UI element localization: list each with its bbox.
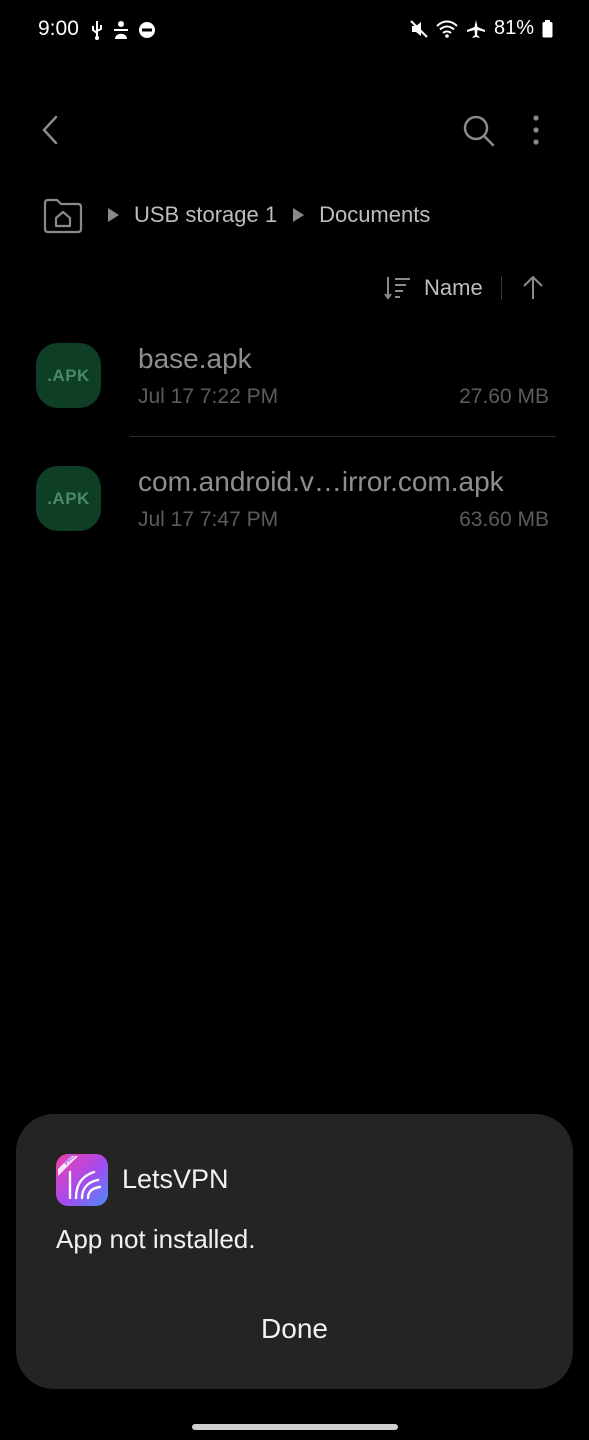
status-bar: 9:00 81% — [0, 0, 589, 60]
chevron-right-icon — [108, 208, 119, 222]
status-right-icons: 81% — [410, 17, 553, 40]
usb-icon — [92, 21, 102, 40]
file-list-item[interactable]: .APK com.android.v…irror.com.apk Jul 17 … — [0, 448, 589, 558]
dialog-app-name: LetsVPN — [122, 1164, 229, 1194]
battery-percent: 81% — [493, 17, 534, 39]
chevron-left-icon — [42, 115, 58, 145]
file-date: Jul 17 7:22 PM — [138, 385, 279, 408]
list-divider — [130, 436, 556, 437]
accessibility-icon — [114, 21, 128, 39]
pro-badge: PRO — [64, 1154, 78, 1167]
letsvpn-app-icon: PRO — [56, 1154, 108, 1206]
mute-icon — [410, 19, 428, 38]
done-button[interactable]: Done — [16, 1294, 573, 1364]
breadcrumb-item-documents[interactable]: Documents — [319, 202, 430, 228]
search-icon — [463, 115, 495, 147]
sort-bar: Name — [384, 268, 546, 308]
file-name: base.apk — [138, 343, 252, 374]
dialog-message: App not installed. — [56, 1224, 256, 1254]
app-toolbar — [0, 100, 589, 160]
file-date: Jul 17 7:47 PM — [138, 508, 279, 531]
back-button[interactable] — [30, 110, 70, 150]
airplane-icon — [466, 19, 485, 38]
file-name: com.android.v…irror.com.apk — [138, 466, 504, 497]
more-vertical-icon — [533, 115, 539, 145]
sort-by-label[interactable]: Name — [424, 275, 483, 301]
arrow-up-icon[interactable] — [520, 275, 546, 301]
file-size: 63.60 MB — [459, 508, 549, 531]
sort-divider — [500, 276, 502, 300]
do-not-disturb-icon — [139, 22, 155, 38]
breadcrumb-item-usb-storage[interactable]: USB storage 1 — [134, 202, 277, 228]
apk-file-icon: .APK — [36, 343, 101, 408]
more-options-button[interactable] — [518, 110, 554, 150]
navigation-gesture-bar[interactable] — [192, 1424, 398, 1430]
status-left-icons — [90, 20, 156, 40]
home-folder-icon[interactable] — [42, 196, 84, 234]
apk-file-icon: .APK — [36, 466, 101, 531]
search-button[interactable] — [458, 110, 498, 150]
battery-icon — [542, 19, 553, 37]
sort-icon[interactable] — [384, 275, 412, 301]
status-time: 9:00 — [38, 17, 79, 40]
file-size: 27.60 MB — [459, 385, 549, 408]
wifi-icon — [436, 20, 458, 38]
install-result-dialog: PRO LetsVPN App not installed. Done — [16, 1114, 573, 1389]
chevron-right-icon — [293, 208, 305, 222]
file-list-item[interactable]: .APK base.apk Jul 17 7:22 PM 27.60 MB — [0, 325, 589, 435]
breadcrumb: USB storage 1 Documents — [42, 193, 444, 237]
